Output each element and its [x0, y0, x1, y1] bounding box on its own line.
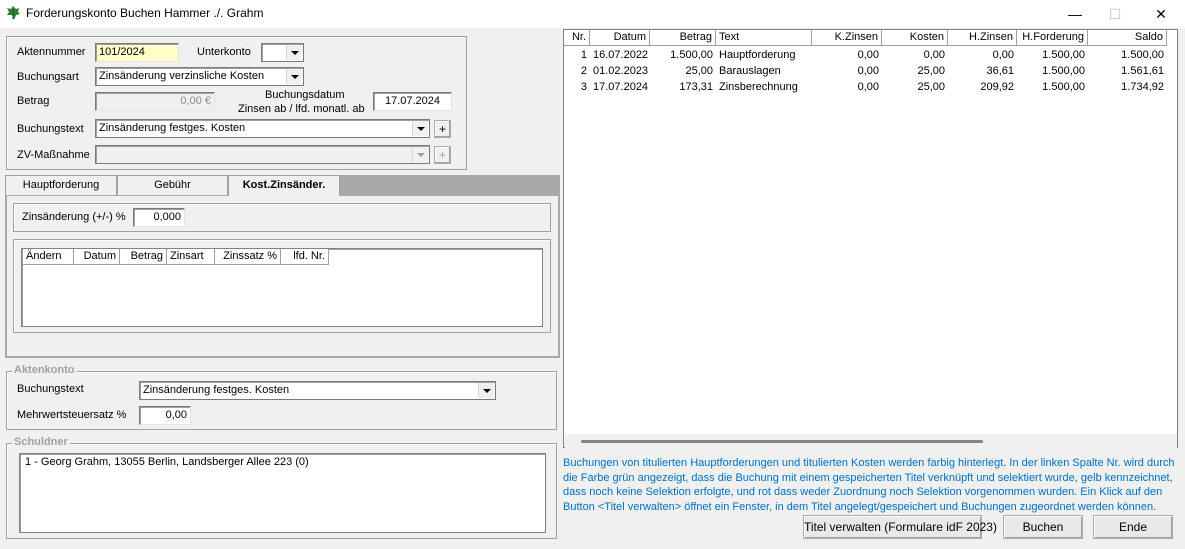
buchungsdatum-label: Buchungsdatum — [265, 89, 345, 101]
cell-h-zinsen: 36,61 — [986, 65, 1014, 77]
cell-h-zinsen: 0,00 — [992, 49, 1014, 61]
buchungsart-select[interactable]: Zinsänderung verzinsliche Kosten — [95, 67, 304, 86]
cell-text: Barauslagen — [719, 65, 781, 77]
buchungstext-select[interactable]: Zinsänderung festges. Kosten — [95, 119, 430, 138]
cell-nr: 2 — [580, 65, 587, 77]
chevron-down-icon[interactable] — [412, 121, 428, 136]
column-header-datum[interactable]: Datum — [590, 30, 650, 46]
buchungstext-label: Buchungstext — [17, 123, 84, 135]
betrag-input[interactable]: 0,00 € — [95, 92, 215, 111]
tab-gebuehr[interactable]: Gebühr — [117, 175, 228, 195]
cell-text: Zinsberechnung — [719, 81, 798, 93]
column-header-aendern[interactable]: Ändern — [23, 249, 74, 265]
window-title: Forderungskonto Buchen Hammer ./. Grahm — [26, 6, 264, 20]
close-button[interactable]: ✕ — [1138, 0, 1184, 28]
add-zv-massnahme-button[interactable]: + — [434, 146, 451, 164]
column-header-saldo[interactable]: Saldo — [1088, 30, 1167, 46]
aktenkonto-group — [6, 371, 557, 430]
column-header-zinsart[interactable]: Zinsart — [167, 249, 215, 265]
cell-kosten: 25,00 — [917, 81, 945, 93]
zv-massnahme-select[interactable] — [95, 145, 430, 164]
schuldner-list[interactable]: 1 - Georg Grahm, 13055 Berlin, Landsberg… — [19, 453, 546, 533]
buchungsart-label: Buchungsart — [17, 71, 79, 83]
buchungstext-value: Zinsänderung festges. Kosten — [99, 122, 246, 134]
cell-betrag: 25,00 — [685, 65, 713, 77]
cell-saldo: 1.561,61 — [1121, 65, 1164, 77]
chevron-down-icon[interactable] — [286, 69, 302, 84]
ledger-table[interactable]: Nr. Datum Betrag Text K.Zinsen Kosten H.… — [563, 29, 1178, 448]
cell-k-zinsen: 0,00 — [857, 81, 879, 93]
zinsaenderung-table[interactable]: Ändern Datum Betrag Zinsart Zinssatz % l… — [21, 248, 543, 327]
cell-text: Hauptforderung — [719, 49, 796, 61]
aktenkonto-buchungstext-label: Buchungstext — [17, 383, 84, 395]
chevron-down-icon[interactable] — [478, 383, 494, 398]
cell-k-zinsen: 0,00 — [857, 49, 879, 61]
cell-k-zinsen: 0,00 — [857, 65, 879, 77]
info-text: Buchungen von titulierten Hauptforderung… — [563, 457, 1175, 513]
scrollbar-thumb[interactable] — [581, 440, 983, 443]
zinsaenderung-label: Zinsänderung (+/-) % — [22, 211, 126, 223]
column-header-betrag[interactable]: Betrag — [120, 249, 167, 265]
cell-kosten: 25,00 — [917, 65, 945, 77]
aktenkonto-title: Aktenkonto — [12, 364, 77, 376]
unterkonto-label: Unterkonto — [197, 46, 251, 58]
aktennummer-label: Aktennummer — [17, 46, 86, 58]
cell-datum: 01.02.2023 — [593, 65, 649, 77]
column-header-k-zinsen[interactable]: K.Zinsen — [812, 30, 882, 46]
betrag-label: Betrag — [17, 95, 50, 107]
column-header-zinssatz[interactable]: Zinssatz % — [215, 249, 281, 265]
horizontal-scrollbar[interactable] — [565, 434, 1177, 448]
mwst-label: Mehrwertsteuersatz % — [17, 409, 127, 421]
aktenkonto-buchungstext-select[interactable]: Zinsänderung festges. Kosten — [139, 381, 496, 400]
cell-h-forderung: 1.500,00 — [1042, 81, 1085, 93]
buchungsdatum-input[interactable]: 17.07.2024 — [373, 92, 452, 111]
buchen-button[interactable]: Buchen — [1003, 515, 1083, 539]
unterkonto-select[interactable] — [261, 43, 304, 62]
column-header-nr[interactable]: Nr. — [564, 30, 590, 46]
column-header-lfd-nr[interactable]: lfd. Nr. — [281, 249, 329, 265]
cell-datum: 17.07.2024 — [593, 81, 649, 93]
cell-betrag: 173,31 — [679, 81, 713, 93]
add-buchungstext-button[interactable]: + — [434, 120, 451, 138]
cell-saldo: 1.500,00 — [1121, 49, 1164, 61]
list-item[interactable]: 1 - Georg Grahm, 13055 Berlin, Landsberg… — [22, 454, 312, 470]
cell-h-zinsen: 209,92 — [980, 81, 1014, 93]
column-header-kosten[interactable]: Kosten — [882, 30, 948, 46]
chevron-down-icon[interactable] — [412, 147, 428, 162]
zv-massnahme-label: ZV-Maßnahme — [17, 149, 90, 161]
chevron-down-icon[interactable] — [286, 45, 302, 60]
tab-hauptforderung[interactable]: Hauptforderung — [5, 175, 117, 195]
title-bar: Forderungskonto Buchen Hammer ./. Grahm … — [0, 0, 1185, 28]
column-header-datum[interactable]: Datum — [74, 249, 120, 265]
cell-h-forderung: 1.500,00 — [1042, 65, 1085, 77]
maximize-button[interactable]: ☐ — [1092, 0, 1138, 28]
column-header-betrag[interactable]: Betrag — [650, 30, 716, 46]
cell-nr: 3 — [580, 81, 587, 93]
column-header-h-zinsen[interactable]: H.Zinsen — [948, 30, 1017, 46]
tab-kost-zinsaenderung[interactable]: Kost.Zinsänder. — [228, 175, 340, 196]
mwst-input[interactable]: 0,00 — [139, 406, 191, 425]
buchungsart-value: Zinsänderung verzinsliche Kosten — [99, 70, 265, 82]
app-leaf-icon — [7, 6, 20, 20]
cell-betrag: 1.500,00 — [670, 49, 713, 61]
ende-button[interactable]: Ende — [1093, 515, 1173, 539]
zinsaenderung-input[interactable]: 0,000 — [133, 208, 185, 227]
column-header-h-forderung[interactable]: H.Forderung — [1017, 30, 1088, 46]
titel-verwalten-button[interactable]: Titel verwalten (Formulare idF 2023) — [803, 515, 997, 539]
cell-saldo: 1.734,92 — [1121, 81, 1164, 93]
cell-datum: 16.07.2022 — [593, 49, 649, 61]
aktenkonto-buchungstext-value: Zinsänderung festges. Kosten — [143, 384, 290, 396]
column-header-text[interactable]: Text — [716, 30, 812, 46]
cell-kosten: 0,00 — [923, 49, 945, 61]
zinsen-ab-label: Zinsen ab / lfd. monatl. ab — [238, 103, 365, 115]
aktennummer-input[interactable]: 101/2024 — [95, 43, 179, 62]
cell-nr: 1 — [580, 49, 587, 61]
cell-h-forderung: 1.500,00 — [1042, 49, 1085, 61]
schuldner-title: Schuldner — [12, 436, 70, 448]
